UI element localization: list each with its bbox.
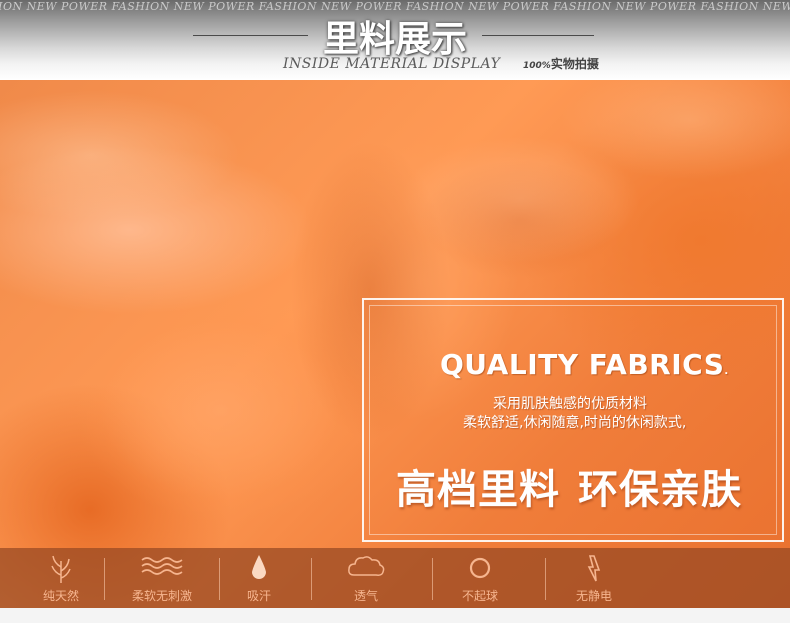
fabric-shadow [420,160,620,280]
wave-icon [140,553,184,583]
fabric-highlight [100,320,340,500]
real-photo-badge: 100%实物拍摄 [523,55,599,72]
feature-bar: 纯天然 柔软无刺激 吸汗 透气 不起球 无静电 [0,548,790,608]
divider [219,558,220,600]
footer-strip [0,608,790,623]
quality-heading: QUALITY FABRICS. [440,348,729,381]
feature-breathable: 透气 [326,548,406,608]
slogan-left: 高档里料 [396,467,560,513]
fabric-highlight [560,80,790,180]
droplet-icon [250,553,268,587]
page-title: 里料展示 [322,19,467,60]
feature-anti-static: 无静电 [556,548,632,608]
title-line-right [482,35,594,36]
badge-prefix: 100% [523,61,551,71]
feature-label: 无静电 [575,589,612,603]
slogan-right: 环保亲肤 [578,467,742,513]
badge-text: 实物拍摄 [550,57,599,71]
quality-heading-dot: . [724,366,729,377]
slogan: 高档里料 环保亲肤 [396,457,742,515]
feature-no-pilling: 不起球 [440,548,520,608]
divider [104,558,105,600]
title-line-left [193,35,308,36]
feature-natural: 纯天然 [20,548,102,608]
circle-icon [467,553,493,585]
page-subtitle: INSIDE MATERIAL DISPLAY [283,56,501,72]
quality-heading-text: QUALITY FABRICS [440,348,725,381]
description-line-2: 柔软舒适,休闲随意,时尚的休闲款式, [463,415,687,431]
cloud-icon [346,553,386,585]
divider [545,558,546,600]
lightning-icon [584,553,604,587]
feature-label: 吸汗 [246,589,271,603]
wheat-icon [48,553,74,587]
divider [432,558,433,600]
feature-label: 纯天然 [42,589,79,603]
header-banner: HION NEW POWER FASHION NEW POWER FASHION… [0,0,790,80]
feature-label: 透气 [353,589,378,603]
feature-soft: 柔软无刺激 [114,548,210,608]
feature-label: 柔软无刺激 [131,589,192,603]
feature-label: 不起球 [461,589,498,603]
divider [311,558,312,600]
fabric-highlight [0,90,240,220]
feature-sweat: 吸汗 [228,548,290,608]
description-line-1: 采用肌肤触感的优质材料 [493,396,647,412]
